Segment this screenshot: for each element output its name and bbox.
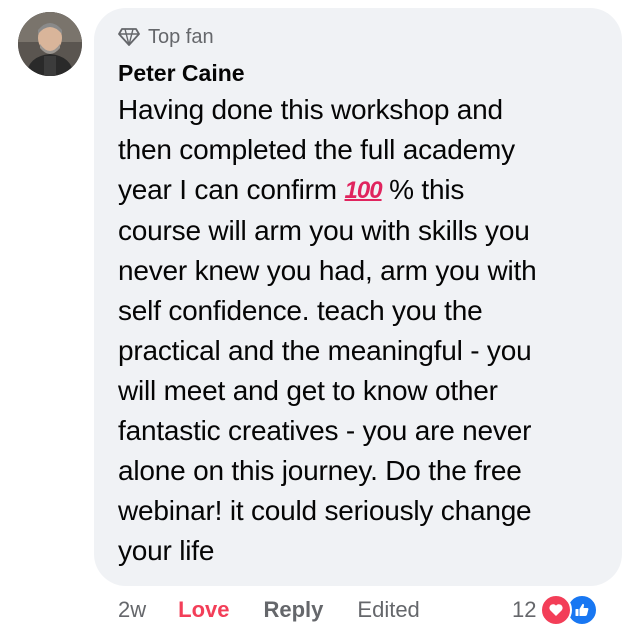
reaction-count: 12	[512, 597, 537, 622]
comment-bubble: Top fan Peter Caine Having done this wor…	[94, 8, 622, 586]
love-button[interactable]: Love	[178, 597, 229, 623]
comment: Top fan Peter Caine Having done this wor…	[0, 0, 634, 640]
author-name[interactable]: Peter Caine	[118, 58, 598, 88]
reactions-summary[interactable]: 12	[512, 592, 599, 628]
edited-label[interactable]: Edited	[357, 597, 419, 623]
comment-text: Having done this workshop and then compl…	[118, 90, 598, 571]
badge-label: Top fan	[148, 25, 214, 48]
comment-text-part2: % this course will arm you with skills y…	[118, 174, 537, 566]
love-icon	[540, 594, 573, 626]
comment-actions: 2w Love Reply Edited	[118, 594, 420, 626]
timestamp[interactable]: 2w	[118, 597, 146, 623]
avatar-photo	[18, 12, 82, 76]
top-fan-badge[interactable]: Top fan	[118, 24, 598, 50]
hundred-points-icon: 100	[344, 177, 383, 204]
diamond-icon	[118, 28, 140, 46]
avatar[interactable]	[18, 12, 82, 76]
reply-button[interactable]: Reply	[263, 597, 323, 623]
